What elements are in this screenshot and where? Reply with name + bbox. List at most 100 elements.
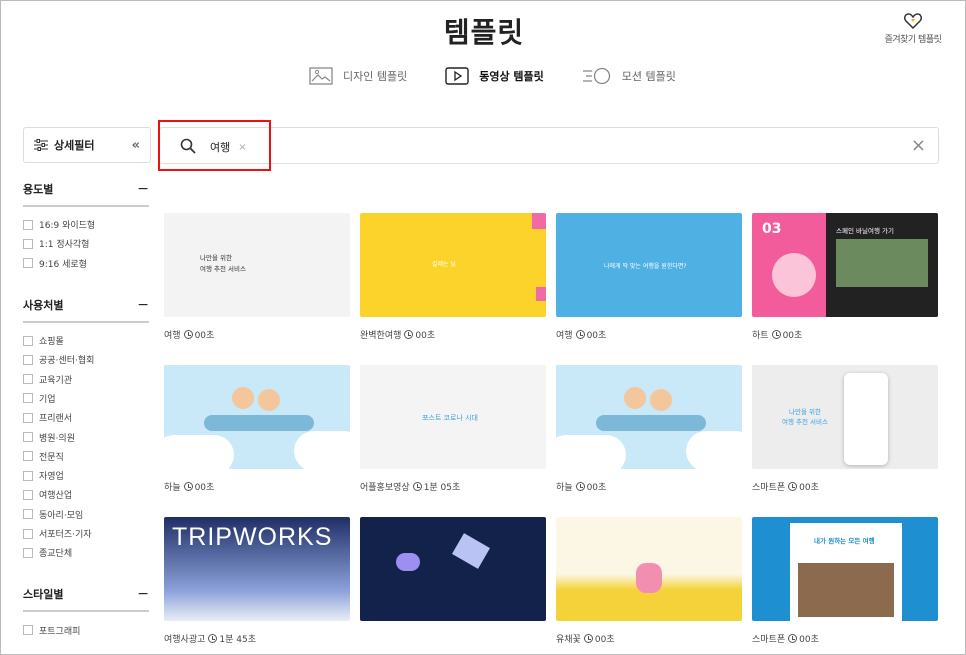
card-name: 여행 [556,331,573,341]
checkbox[interactable] [23,374,33,385]
checkbox[interactable] [23,625,33,636]
card-caption: 유채꽃 00초 [556,632,742,645]
filter-option[interactable]: 병원·의원 [23,427,149,446]
checkbox[interactable] [23,470,33,481]
clock-icon [575,330,585,339]
filter-option[interactable]: 서포터즈·기자 [23,524,149,543]
section-title: 스타일별 [23,588,64,602]
template-card[interactable]: 하늘 00초 [556,365,742,493]
clock-icon [183,330,193,339]
template-card[interactable]: 03 스페인 바닐여행 가기 하트 00초 [752,213,938,341]
filter-option[interactable]: 포트그래피 [23,620,149,639]
search-bar[interactable]: 여행 × × [159,127,939,164]
checkbox[interactable] [23,412,33,423]
filter-option[interactable]: 1:1 정사각형 [23,234,149,253]
checkbox[interactable] [23,219,33,230]
template-thumbnail[interactable]: 나에게 딱 맞는 여행을 원한다면? [556,213,742,317]
option-label: 포트그래피 [39,626,81,637]
card-caption: 하트 00초 [752,328,938,341]
filter-option[interactable]: 교육기관 [23,369,149,388]
tab-video[interactable]: 동영상 템플릿 [445,67,544,85]
template-thumbnail[interactable]: 내가 원하는 모든 여행 [752,517,938,621]
template-card[interactable]: 나만을 위한 여행 추천 서비스 여행 00초 [164,213,350,341]
template-thumbnail[interactable]: 설레는 날 [360,213,546,317]
template-thumbnail[interactable]: 나만을 위한 여행 추천 서비스 [164,213,350,317]
filter-option[interactable]: 여행산업 [23,485,149,504]
tab-motion-label: 모션 템플릿 [621,70,676,83]
template-thumbnail[interactable] [360,517,546,621]
clock-icon [404,330,414,339]
template-card[interactable]: TRIPWORKS 여행사광고 1분 45초 [164,517,350,645]
template-card[interactable]: 나만을 위한 여행 추천 서비스 스마트폰 00초 [752,365,938,493]
template-thumbnail[interactable]: TRIPWORKS [164,517,350,621]
tab-video-label: 동영상 템플릿 [479,70,544,83]
option-label: 전문직 [39,452,64,463]
checkbox[interactable] [23,547,33,558]
template-thumbnail[interactable]: 포스트 코로나 시대 [360,365,546,469]
filter-option[interactable]: 프리랜서 [23,408,149,427]
card-name: 여행 [164,331,181,341]
clock-icon [183,482,193,491]
floating-object [396,553,420,571]
checkbox[interactable] [23,238,33,249]
page-title: 템플릿 [443,16,525,49]
option-label: 여행산업 [39,491,73,502]
card-caption: 완벽한여행 00초 [360,328,546,341]
section-title: 용도별 [23,183,54,196]
template-tabs: 디자인 템플릿 동영상 템플릿 모션 템플릿 [309,67,714,85]
filter-option[interactable]: 동아리·모임 [23,505,149,524]
template-card[interactable]: 설레는 날 완벽한여행 00초 [360,213,546,341]
checkbox[interactable] [23,354,33,365]
filter-option[interactable]: 공공·센터·협회 [23,350,149,369]
detail-filter-button[interactable]: 상세필터 « [23,127,151,163]
cloud [556,435,626,469]
filter-option[interactable]: 쇼핑몰 [23,331,149,350]
collapse-section-icon[interactable]: − [137,181,149,197]
heart-icon [904,13,922,29]
template-card[interactable]: 유채꽃 00초 [556,517,742,645]
template-thumbnail[interactable]: 03 스페인 바닐여행 가기 [752,213,938,317]
tab-motion[interactable]: 모션 템플릿 [582,67,676,85]
checkbox[interactable] [23,528,33,539]
card-name: 어플홍보영상 [360,483,410,493]
card-name: 스마트폰 [752,635,786,645]
card-duration: 00초 [782,331,803,341]
thumb-text: 스페인 바닐여행 가기 [836,227,894,235]
filter-option[interactable]: 자영업 [23,466,149,485]
favorites-link[interactable]: 즐겨찾기 템플릿 [881,13,945,45]
collapse-icon[interactable]: « [132,138,140,153]
collapse-section-icon[interactable]: − [137,297,149,313]
template-card[interactable]: 내가 원하는 모든 여행 스마트폰 00초 [752,517,938,645]
template-thumbnail[interactable] [556,365,742,469]
checkbox[interactable] [23,432,33,443]
template-card[interactable]: 하늘 00초 [164,365,350,493]
clock-icon [412,482,422,491]
template-thumbnail[interactable]: 나만을 위한 여행 추천 서비스 [752,365,938,469]
template-thumbnail[interactable] [556,517,742,621]
card-name: 스마트폰 [752,483,786,493]
option-label: 기업 [39,394,56,405]
template-card[interactable] [360,517,546,632]
option-label: 자영업 [39,472,64,483]
template-card[interactable]: 포스트 코로나 시대 어플홍보영상 1분 05초 [360,365,546,493]
thumb-photo [836,239,928,287]
tab-design[interactable]: 디자인 템플릿 [309,67,407,85]
checkbox[interactable] [23,258,33,269]
filter-option[interactable]: 9:16 세로형 [23,254,149,273]
checkbox[interactable] [23,509,33,520]
checkbox[interactable] [23,489,33,500]
thumb-text: 설레는 날 [432,261,456,268]
card-caption: 여행사광고 1분 45초 [164,632,350,645]
template-card[interactable]: 나에게 딱 맞는 여행을 원한다면? 여행 00초 [556,213,742,341]
collapse-section-icon[interactable]: − [137,586,149,602]
clear-search-icon[interactable]: × [911,135,926,156]
thumb-photo [798,563,894,617]
checkbox[interactable] [23,451,33,462]
filter-option[interactable]: 전문직 [23,447,149,466]
filter-option[interactable]: 종교단체 [23,543,149,562]
checkbox[interactable] [23,393,33,404]
checkbox[interactable] [23,335,33,346]
template-thumbnail[interactable] [164,365,350,469]
filter-option[interactable]: 기업 [23,389,149,408]
filter-option[interactable]: 16:9 와이드형 [23,215,149,234]
